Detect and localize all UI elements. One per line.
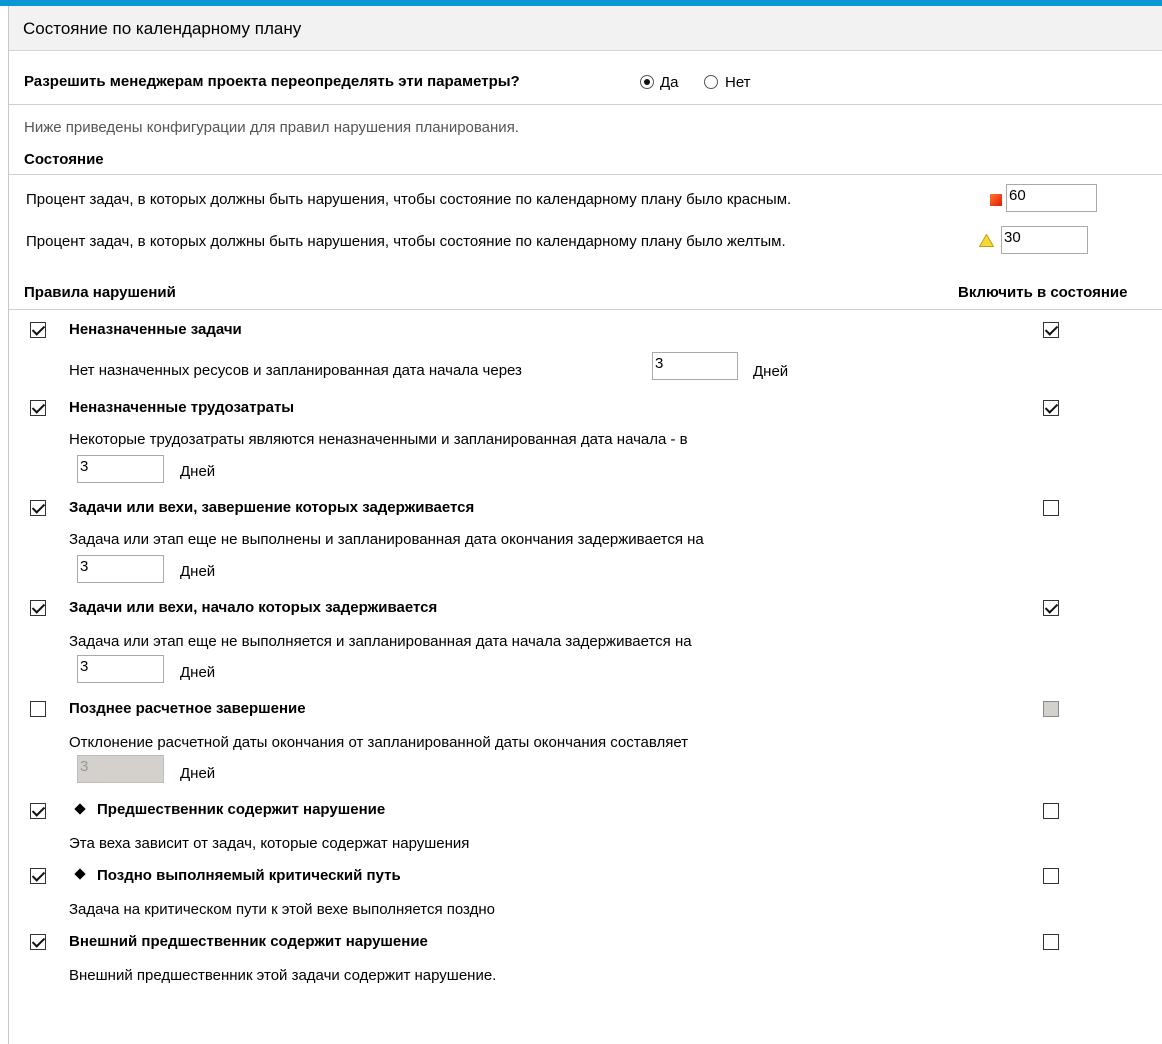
rule-enable-checkbox[interactable] xyxy=(30,600,46,616)
section-header: Состояние по календарному плану xyxy=(9,6,1162,51)
rule-enable-checkbox[interactable] xyxy=(30,803,46,819)
red-threshold-label: Процент задач, в которых должны быть нар… xyxy=(26,191,792,208)
divider xyxy=(9,104,1162,105)
rule-days-input[interactable]: 3 xyxy=(77,455,164,483)
section-title: Состояние по календарному плану xyxy=(23,19,302,38)
config-description: Ниже приведены конфигурации для правил н… xyxy=(24,119,519,136)
rule-detail: Нет назначенных ресусов и запланированна… xyxy=(69,362,522,379)
rule-enable-checkbox[interactable] xyxy=(30,868,46,884)
rule-days-input[interactable]: 3 xyxy=(77,555,164,583)
rule-enable-checkbox[interactable] xyxy=(30,322,46,338)
rule-detail: Некоторые трудозатраты являются неназнач… xyxy=(69,431,688,448)
rule-title: Позднее расчетное завершение xyxy=(69,700,306,717)
rule-include-checkbox[interactable] xyxy=(1043,322,1059,338)
rule-detail: Внешний предшественник этой задачи содер… xyxy=(69,967,497,984)
rule-title: Внешний предшественник содержит нарушени… xyxy=(69,933,428,950)
rule-include-checkbox[interactable] xyxy=(1043,934,1059,950)
state-heading: Состояние xyxy=(24,151,104,168)
rule-detail: Задача или этап еще не выполнены и запла… xyxy=(69,531,704,548)
override-no-radio[interactable] xyxy=(704,75,718,89)
rule-enable-checkbox[interactable] xyxy=(30,701,46,717)
rule-enable-checkbox[interactable] xyxy=(30,500,46,516)
days-label: Дней xyxy=(180,765,216,782)
days-label: Дней xyxy=(180,563,216,580)
rule-title: Поздно выполняемый критический путь xyxy=(97,867,401,884)
rule-include-checkbox[interactable] xyxy=(1043,500,1059,516)
override-yes-label[interactable]: Да xyxy=(660,74,679,91)
override-yes-radio[interactable] xyxy=(640,75,654,89)
yellow-threshold-label: Процент задач, в которых должны быть нар… xyxy=(26,233,786,250)
rule-title: Неназначенные трудозатраты xyxy=(69,399,295,416)
rule-enable-checkbox[interactable] xyxy=(30,400,46,416)
rule-detail: Задача на критическом пути к этой вехе в… xyxy=(69,901,495,918)
include-heading: Включить в состояние xyxy=(958,284,1128,301)
rule-include-checkbox[interactable] xyxy=(1043,600,1059,616)
rule-days-input[interactable]: 3 xyxy=(77,655,164,683)
rule-days-input[interactable]: 3 xyxy=(652,352,738,380)
override-no-label[interactable]: Нет xyxy=(725,74,751,91)
rules-heading: Правила нарушений xyxy=(24,284,176,301)
divider xyxy=(9,309,1162,310)
milestone-diamond-icon xyxy=(74,803,86,815)
rule-include-checkbox[interactable] xyxy=(1043,701,1059,717)
rule-detail: Эта веха зависит от задач, которые содер… xyxy=(69,835,470,852)
rule-enable-checkbox[interactable] xyxy=(30,934,46,950)
rule-title: Задачи или вехи, начало которых задержив… xyxy=(69,599,438,616)
divider xyxy=(9,174,1162,175)
left-border xyxy=(8,6,9,1044)
red-square-icon xyxy=(990,194,1002,206)
rule-detail: Отклонение расчетной даты окончания от з… xyxy=(69,734,689,751)
days-label: Дней xyxy=(180,463,216,480)
yellow-threshold-input[interactable]: 30 xyxy=(1001,226,1088,254)
rule-include-checkbox[interactable] xyxy=(1043,400,1059,416)
rule-detail: Задача или этап еще не выполняется и зап… xyxy=(69,633,692,650)
days-label: Дней xyxy=(180,664,216,681)
rule-days-input[interactable]: 3 xyxy=(77,755,164,783)
yellow-triangle-icon xyxy=(979,234,994,247)
milestone-diamond-icon xyxy=(74,868,86,880)
days-label: Дней xyxy=(753,363,789,380)
override-question: Разрешить менеджерам проекта переопредел… xyxy=(24,73,520,90)
rule-title: Задачи или вехи, завершение которых заде… xyxy=(69,499,475,516)
rule-include-checkbox[interactable] xyxy=(1043,803,1059,819)
rule-title: Неназначенные задачи xyxy=(69,321,242,338)
rule-title: Предшественник содержит нарушение xyxy=(97,801,386,818)
red-threshold-input[interactable]: 60 xyxy=(1006,184,1097,212)
rule-include-checkbox[interactable] xyxy=(1043,868,1059,884)
